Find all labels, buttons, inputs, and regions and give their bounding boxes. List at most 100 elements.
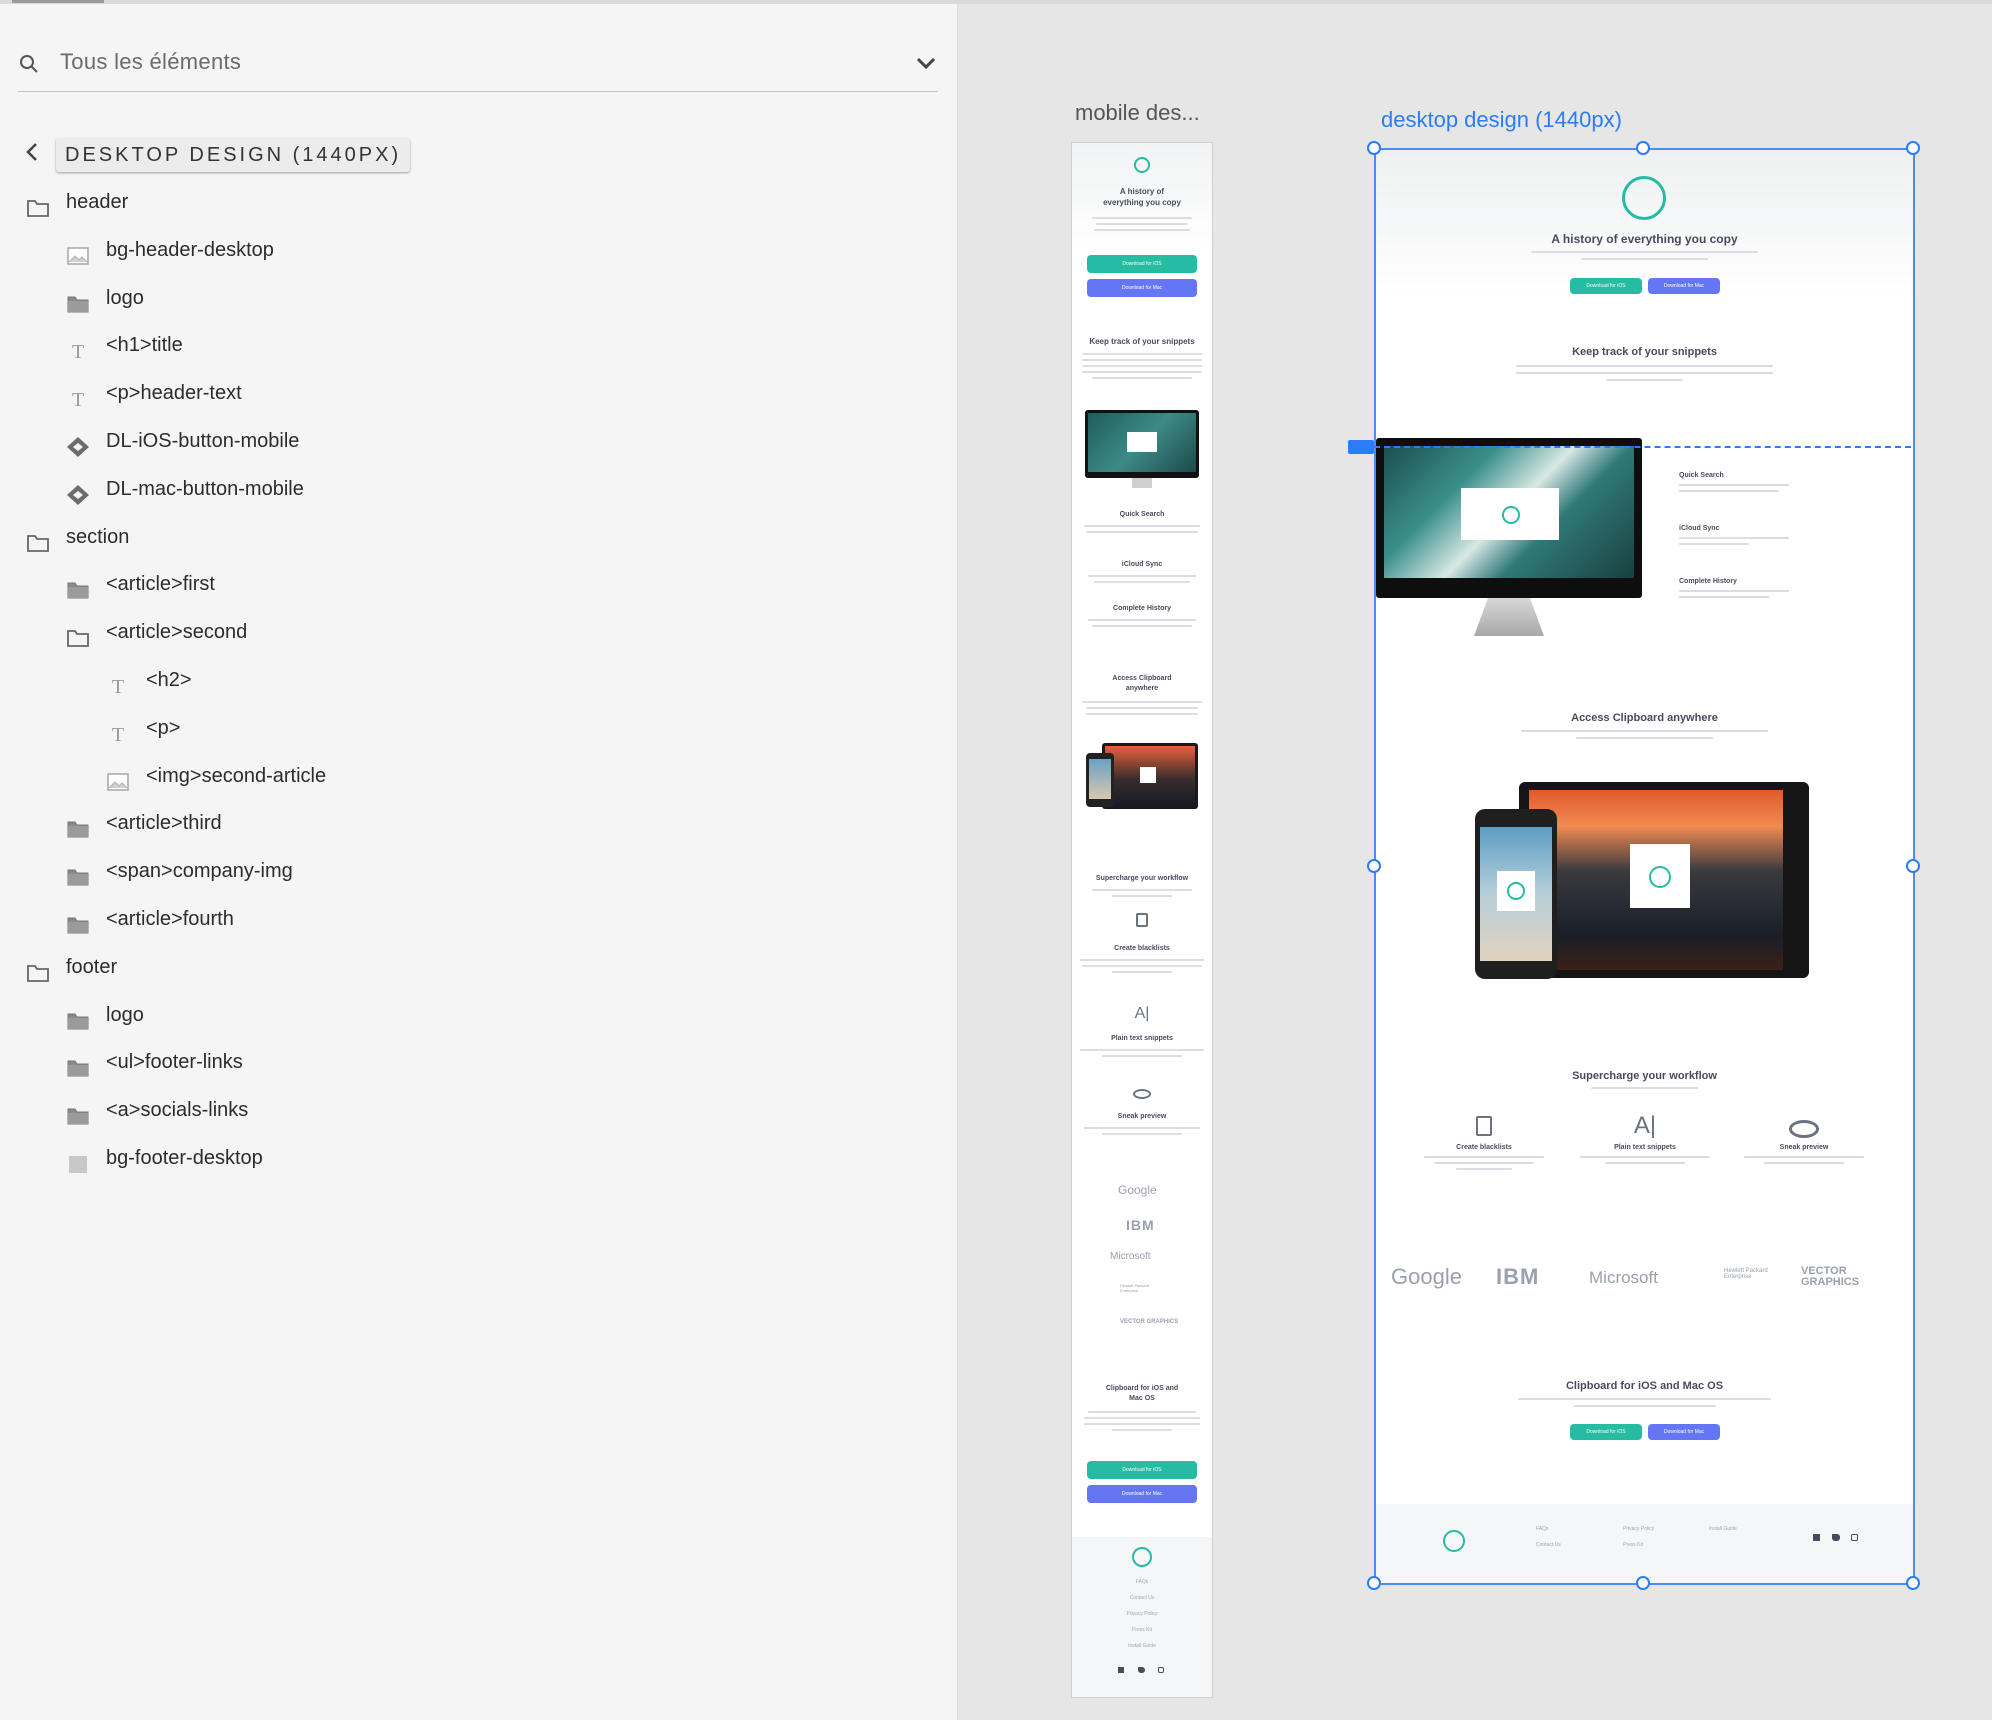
svg-text:T: T (72, 389, 84, 410)
mobile-snippets-title: Keep track of your snippets (1089, 337, 1195, 346)
mobile-plaintext-icon: A| (1134, 1005, 1150, 1022)
text-icon: T (106, 717, 130, 746)
layer-label: footer (66, 955, 118, 978)
desktop-quick-search: Quick Search (1679, 472, 1724, 479)
mobile-icloud-sync: iCloud Sync (1121, 561, 1163, 568)
mobile-artboard[interactable]: A history of everything you copy Downloa… (1071, 142, 1213, 1698)
filter-label: Tous les éléments (60, 49, 242, 74)
layer-label: logo (106, 286, 144, 309)
layer-label: bg-header-desktop (106, 238, 274, 261)
desktop-brand-google: Google (1391, 1264, 1462, 1289)
text-icon: T (106, 669, 130, 698)
artboard-breadcrumb[interactable]: DESKTOP DESIGN (1440PX) (56, 138, 411, 172)
folder-filled-icon (66, 908, 90, 934)
folder-filled-icon (66, 287, 90, 313)
desktop-mac-button: Download for Mac (1648, 278, 1720, 294)
layer-label: <img>second-article (146, 764, 327, 787)
desktop-cta-ios-button: Download for iOS (1570, 1424, 1642, 1440)
mobile-logo (1134, 157, 1150, 173)
resize-handle-top[interactable] (1636, 141, 1650, 155)
desktop-artboard-title[interactable]: desktop design (1440px) (1381, 107, 1622, 133)
desktop-complete-history: Complete History (1679, 578, 1737, 585)
mobile-blacklist-icon (1136, 913, 1148, 927)
svg-text:T: T (112, 676, 124, 697)
resize-handle-bottom[interactable] (1636, 1576, 1650, 1590)
layer-filter[interactable]: Tous les éléments (18, 39, 938, 92)
mobile-access-title-1: Access Clipboard (1112, 675, 1172, 682)
desktop-footer-link: Press Kit (1623, 1542, 1644, 1548)
layer-label: <p> (146, 716, 181, 739)
svg-text:T: T (72, 341, 84, 362)
desktop-monitor-image (1376, 438, 1642, 598)
facebook-icon (1813, 1534, 1820, 1541)
folder-outline-icon (26, 526, 50, 552)
resize-handle-right[interactable] (1906, 859, 1920, 873)
twitter-icon (1832, 1534, 1840, 1541)
mobile-sneak-preview: Sneak preview (1117, 1113, 1167, 1120)
folder-filled-icon (66, 1051, 90, 1077)
mobile-footer-link: Install Guide (1128, 1643, 1156, 1649)
desktop-blacklists: Create blacklists (1456, 1144, 1512, 1151)
text-icon: T (66, 382, 90, 411)
guide-handle[interactable] (1348, 440, 1374, 454)
mobile-eye-icon (1133, 1089, 1151, 1099)
chevron-down-icon[interactable] (914, 51, 938, 75)
resize-handle-top-right[interactable] (1906, 141, 1920, 155)
layer-label: header (66, 191, 129, 213)
component-icon (66, 478, 90, 505)
layer-label: <p>header-text (106, 382, 242, 405)
mobile-blacklists: Create blacklists (1114, 945, 1170, 952)
mobile-hero-title-1: A history of (1119, 187, 1165, 196)
folder-outline-icon (26, 956, 50, 982)
mobile-footer-link: FAQs (1135, 1579, 1149, 1585)
mobile-devices-image (1102, 743, 1198, 809)
twitter-icon (1138, 1667, 1145, 1673)
resize-handle-bottom-left[interactable] (1367, 1576, 1381, 1590)
mobile-cta-title-2: Mac OS (1129, 1395, 1155, 1402)
image-icon (66, 239, 90, 265)
resize-handle-bottom-right[interactable] (1906, 1576, 1920, 1590)
desktop-devices-image (1519, 782, 1809, 978)
mobile-ios-button: Download for iOS (1087, 255, 1197, 273)
mobile-cta-mac-button: Download for Mac (1087, 1485, 1197, 1503)
desktop-workflow-title: Supercharge your workflow (1572, 1070, 1717, 1082)
search-icon (20, 55, 38, 73)
desktop-cta-mac-button: Download for Mac (1648, 1424, 1720, 1440)
facebook-icon (1118, 1667, 1124, 1673)
desktop-sneak-preview: Sneak preview (1779, 1144, 1829, 1151)
desktop-blacklist-icon (1476, 1116, 1492, 1136)
layer-label: DL-iOS-button-mobile (106, 430, 300, 452)
mobile-cta-ios-button: Download for iOS (1087, 1461, 1197, 1479)
desktop-hero-title: A history of everything you copy (1551, 232, 1738, 246)
svg-text:T: T (112, 724, 124, 745)
desktop-artboard[interactable]: A history of everything you copy Downloa… (1374, 148, 1915, 1585)
mobile-mac-button: Download for Mac (1087, 279, 1197, 297)
mobile-artboard-title[interactable]: mobile des... (1075, 100, 1200, 126)
desktop-footer-link: FAQs (1536, 1526, 1549, 1532)
desktop-footer-link: Privacy Policy (1623, 1526, 1655, 1532)
folder-outline-icon (26, 191, 50, 217)
back-chevron-icon[interactable] (22, 141, 42, 163)
desktop-footer-link: Contact Us (1536, 1542, 1561, 1548)
mobile-brand-microsoft: Microsoft (1110, 1251, 1151, 1262)
mobile-brand-vector: VECTOR GRAPHICS (1120, 1319, 1179, 1325)
desktop-footer-logo (1443, 1530, 1465, 1552)
layer-label: DL-mac-button-mobile (106, 477, 304, 500)
image-icon (106, 765, 130, 791)
mobile-workflow-title: Supercharge your workflow (1095, 875, 1189, 882)
desktop-brand-vector: VECTOR GRAPHICS (1801, 1265, 1860, 1288)
resize-handle-top-left[interactable] (1367, 141, 1381, 155)
rectangle-icon (66, 1147, 90, 1173)
mobile-complete-history: Complete History (1113, 605, 1171, 612)
resize-handle-left[interactable] (1367, 859, 1381, 873)
mobile-cta-title-1: Clipboard for iOS and (1105, 1385, 1179, 1392)
folder-filled-icon (66, 860, 90, 886)
layer-label: <a>socials-links (106, 1099, 249, 1122)
instagram-icon (1851, 1534, 1858, 1541)
desktop-brand-microsoft: Microsoft (1589, 1268, 1658, 1287)
mobile-footer: FAQs Contact Us Privacy Policy Press Kit… (1072, 1537, 1212, 1697)
desktop-cta-title: Clipboard for iOS and Mac OS (1565, 1380, 1724, 1392)
mobile-access-title-2: anywhere (1125, 685, 1159, 692)
desktop-eye-icon (1789, 1120, 1819, 1138)
component-icon (66, 430, 90, 457)
